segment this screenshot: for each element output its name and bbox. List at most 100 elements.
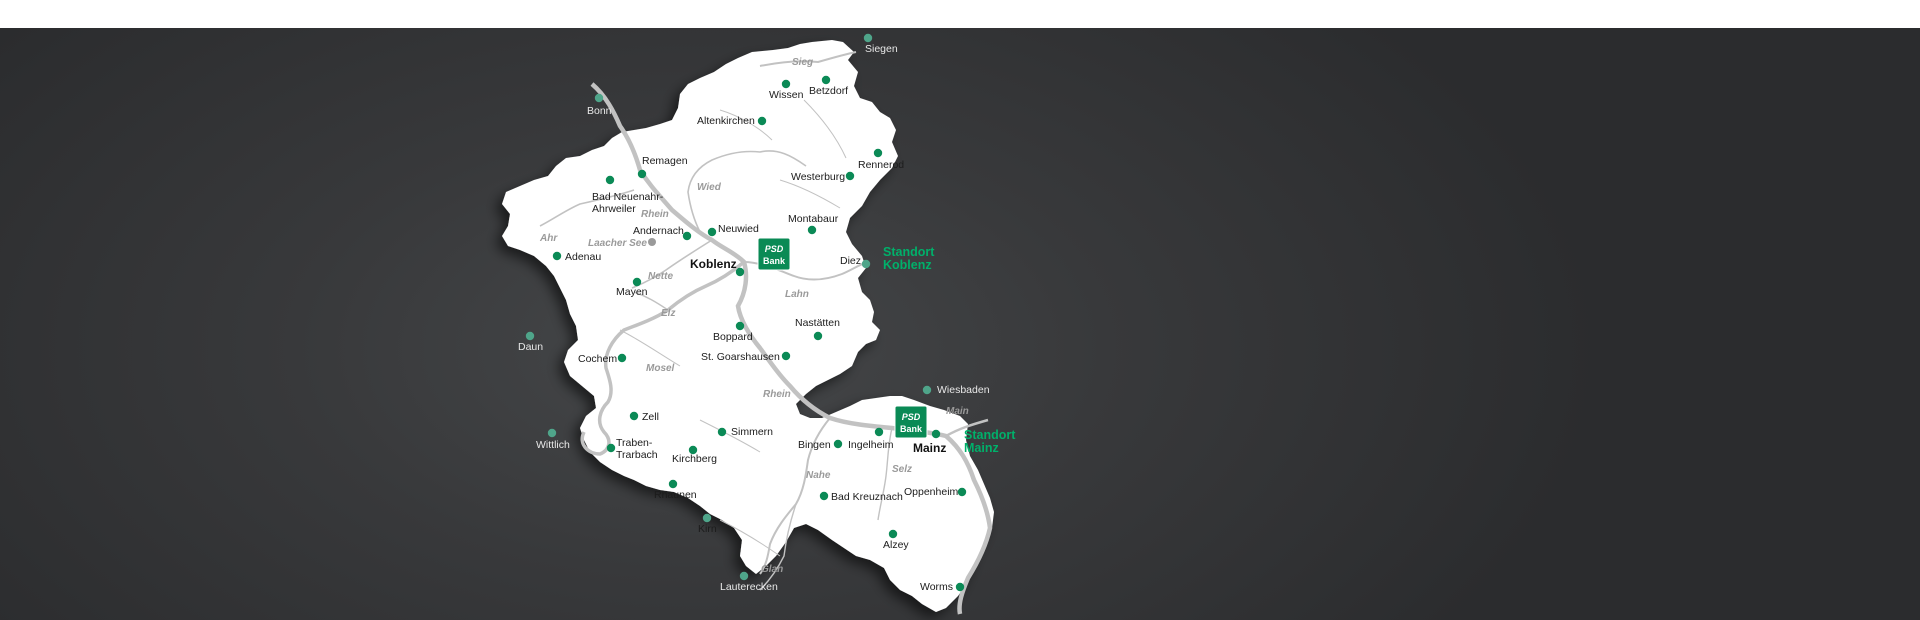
- river-label-wied: Wied: [697, 182, 722, 193]
- city-label-kirchberg: Kirchberg: [672, 453, 717, 465]
- city-dot-wittlich: [547, 428, 557, 438]
- city-label-wittlich: Wittlich: [536, 439, 570, 451]
- city-label-wissen: Wissen: [769, 89, 804, 101]
- psd-logo-koblenz: PSD Bank: [757, 237, 791, 271]
- city-dot-remagen: [637, 169, 647, 179]
- psd-logo-mainz-line1: PSD: [902, 412, 921, 422]
- city-label-badneuenahr-2: Ahrweiler: [592, 203, 636, 215]
- standort-mainz: Standort Mainz: [964, 428, 1016, 455]
- city-dot-neuwied: [707, 227, 717, 237]
- city-label-badkreuznach: Bad Kreuznach: [831, 491, 903, 503]
- city-dot-montabaur: [807, 225, 817, 235]
- city-label-ingelheim: Ingelheim: [848, 439, 894, 451]
- city-label-oppenheim: Oppenheim: [904, 486, 959, 498]
- city-dot-andernach: [682, 231, 692, 241]
- city-dot-lauterecken: [739, 571, 749, 581]
- standort-koblenz-line1: Standort: [883, 245, 935, 259]
- city-label-stgoarshausen: St. Goarshausen: [701, 351, 780, 363]
- psd-logo-koblenz-line2: Bank: [763, 256, 786, 266]
- city-label-remagen: Remagen: [642, 155, 688, 167]
- city-dot-cochem: [617, 353, 627, 363]
- city-dot-adenau: [552, 251, 562, 261]
- city-dot-badkreuznach: [819, 491, 829, 501]
- city-dot-bingen: [833, 439, 843, 449]
- city-label-montabaur: Montabaur: [788, 213, 839, 225]
- city-label-mayen: Mayen: [616, 286, 648, 298]
- river-label-nahe: Nahe: [806, 470, 831, 481]
- city-dot-daun: [525, 331, 535, 341]
- city-label-bonn: Bonn: [587, 105, 612, 117]
- city-dot-mayen: [632, 277, 642, 287]
- city-dot-trabentrarbach: [606, 443, 616, 453]
- city-label-kirn: Kirn: [698, 523, 717, 535]
- river-label-glan: Glan: [761, 564, 783, 575]
- city-dot-kirn: [702, 513, 712, 523]
- city-label-rhaunen: Rhaunen: [654, 489, 697, 501]
- river-label-laacher-see: Laacher See: [588, 238, 647, 249]
- city-label-trabentrarbach-2: Trarbach: [616, 449, 658, 461]
- river-label-main: Main: [946, 406, 969, 417]
- city-dot-oppenheim: [957, 487, 967, 497]
- city-label-worms: Worms: [920, 581, 953, 593]
- laacher-see-lake: [648, 238, 656, 246]
- city-label-altenkirchen: Altenkirchen: [697, 115, 755, 127]
- river-label-selz: Selz: [892, 464, 912, 475]
- city-dot-betzdorf: [821, 75, 831, 85]
- city-dot-wissen: [781, 79, 791, 89]
- city-label-rennerod: Rennerod: [858, 159, 904, 171]
- city-label-mainz: Mainz: [913, 441, 946, 455]
- river-label-rhein-north: Rhein: [641, 209, 669, 220]
- river-label-ahr: Ahr: [539, 233, 558, 244]
- city-dot-westerburg: [845, 171, 855, 181]
- psd-logo-mainz: PSD Bank: [894, 405, 928, 439]
- city-label-simmern: Simmern: [731, 426, 773, 438]
- city-dot-boppard: [735, 321, 745, 331]
- city-dot-badneuenahr: [605, 175, 615, 185]
- city-label-alzey: Alzey: [883, 539, 909, 551]
- standort-mainz-line2: Mainz: [964, 441, 999, 455]
- city-dot-worms: [955, 582, 965, 592]
- city-label-adenau: Adenau: [565, 251, 601, 263]
- city-label-siegen: Siegen: [865, 43, 898, 55]
- city-label-koblenz: Koblenz: [690, 257, 737, 271]
- city-dot-mainz: [931, 429, 941, 439]
- river-label-mosel: Mosel: [646, 363, 675, 374]
- city-label-trabentrarbach-1: Traben-: [616, 437, 653, 449]
- city-dot-ingelheim: [874, 427, 884, 437]
- river-label-sieg: Sieg: [792, 57, 813, 68]
- psd-logo-koblenz-line1: PSD: [765, 244, 784, 254]
- city-dot-nastaetten: [813, 331, 823, 341]
- psd-logo-mainz-line2: Bank: [900, 424, 923, 434]
- standort-koblenz-line2: Koblenz: [883, 258, 932, 272]
- city-label-diez: Diez: [840, 255, 861, 267]
- city-dot-diez: [861, 259, 871, 269]
- river-label-nette: Nette: [648, 271, 673, 282]
- city-label-wiesbaden: Wiesbaden: [937, 384, 990, 396]
- region-map: Sieg Wied Rhein Ahr Laacher See Nette La…: [502, 33, 1016, 615]
- river-label-elz: Elz: [661, 308, 675, 319]
- river-label-lahn: Lahn: [785, 289, 809, 300]
- standort-koblenz: Standort Koblenz: [883, 245, 935, 272]
- city-dot-altenkirchen: [757, 116, 767, 126]
- city-dot-zell: [629, 411, 639, 421]
- city-dot-bonn: [594, 93, 604, 103]
- city-label-cochem: Cochem: [578, 353, 617, 365]
- river-label-rhein-south: Rhein: [763, 389, 791, 400]
- city-dot-stgoarshausen: [781, 351, 791, 361]
- city-label-daun: Daun: [518, 341, 543, 353]
- city-label-betzdorf: Betzdorf: [809, 85, 848, 97]
- city-label-neuwied: Neuwied: [718, 223, 759, 235]
- city-label-badneuenahr-1: Bad Neuenahr-: [592, 191, 664, 203]
- standort-mainz-line1: Standort: [964, 428, 1016, 442]
- city-dot-koblenz: [735, 267, 745, 277]
- city-label-boppard: Boppard: [713, 331, 753, 343]
- city-label-lauterecken: Lauterecken: [720, 581, 778, 593]
- city-dot-rennerod: [873, 148, 883, 158]
- city-label-zell: Zell: [642, 411, 659, 423]
- city-label-bingen: Bingen: [798, 439, 831, 451]
- city-dot-alzey: [888, 529, 898, 539]
- city-dot-wiesbaden: [922, 385, 932, 395]
- city-label-nastaetten: Nastätten: [795, 317, 840, 329]
- city-dot-rhaunen: [668, 479, 678, 489]
- city-dot-siegen: [863, 33, 873, 43]
